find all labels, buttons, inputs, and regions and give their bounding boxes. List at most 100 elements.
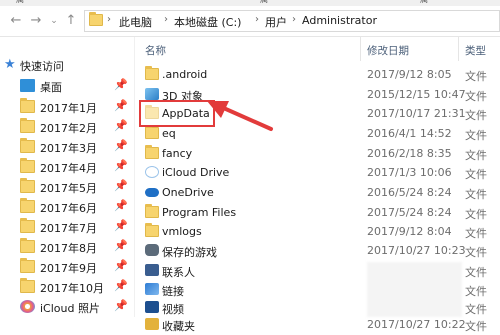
star-icon: ★ xyxy=(4,57,16,72)
folder-icon xyxy=(20,258,35,273)
column-date-header[interactable]: 修改日期 xyxy=(367,43,409,58)
folder-icon xyxy=(20,218,35,233)
file-name: iCloud Drive xyxy=(162,166,230,179)
sidebar-item-desktop[interactable]: 桌面 📌 xyxy=(0,76,132,96)
file-row[interactable]: eq 2016/4/1 14:52 文件 xyxy=(135,124,500,144)
sidebar-item-label: iCloud 照片 xyxy=(40,302,100,315)
file-row[interactable]: .android 2017/9/12 8:05 文件 xyxy=(135,65,500,85)
breadcrumb-administrator[interactable]: Administrator xyxy=(302,14,377,27)
chevron-down-icon[interactable]: ⌄ xyxy=(46,13,62,29)
file-date: 2017/10/27 10:23 xyxy=(367,244,466,257)
pin-icon[interactable]: 📌 xyxy=(114,219,128,232)
breadcrumb-separator[interactable]: › xyxy=(255,14,259,25)
ribbon-label[interactable]: 属 xyxy=(260,0,268,5)
sidebar-item-label: 快速访问 xyxy=(20,60,64,73)
file-type: 文件 xyxy=(465,320,487,333)
breadcrumb-local-disk[interactable]: 本地磁盘 (C:) xyxy=(174,14,241,30)
sidebar-item-label: 2017年8月 xyxy=(40,242,97,255)
file-row[interactable]: 保存的游戏 2017/10/27 10:23 文件 xyxy=(135,241,500,261)
up-arrow-icon[interactable]: ↑ xyxy=(63,13,79,29)
breadcrumb-separator[interactable]: › xyxy=(164,14,168,25)
file-row[interactable]: OneDrive 2016/5/24 8:24 文件 xyxy=(135,183,500,203)
icloud-photos-icon xyxy=(20,300,35,313)
file-type: 文件 xyxy=(465,109,487,122)
file-date: 2017/10/17 21:31 xyxy=(367,107,466,120)
folder-icon xyxy=(89,12,103,26)
breadcrumb-separator[interactable]: › xyxy=(107,14,111,25)
pin-icon[interactable]: 📌 xyxy=(114,199,128,212)
folder-icon xyxy=(20,158,35,173)
file-type: 文件 xyxy=(465,168,487,181)
sidebar-item-2017-05[interactable]: 2017年5月 📌 xyxy=(0,177,132,197)
breadcrumb-users[interactable]: 用户 xyxy=(265,14,287,30)
videos-icon xyxy=(145,301,159,313)
pin-icon[interactable]: 📌 xyxy=(114,179,128,192)
address-bar[interactable]: › 此电脑 › 本地磁盘 (C:) › 用户 › Administrator xyxy=(84,10,500,32)
breadcrumb-separator[interactable]: › xyxy=(292,14,296,25)
file-type: 文件 xyxy=(465,285,487,298)
file-name: vmlogs xyxy=(162,225,202,238)
file-type: 文件 xyxy=(465,90,487,103)
favorites-icon xyxy=(145,318,159,330)
links-icon xyxy=(145,283,159,295)
blurred-region xyxy=(367,262,462,317)
file-name: 收藏夹 xyxy=(162,320,195,333)
file-row[interactable]: iCloud Drive 2017/1/3 10:06 文件 xyxy=(135,163,500,183)
back-arrow-icon[interactable]: ← xyxy=(8,13,24,29)
folder-icon xyxy=(145,125,159,139)
sidebar-item-label: 2017年1月 xyxy=(40,102,97,115)
column-divider[interactable] xyxy=(458,37,459,61)
pin-icon[interactable]: 📌 xyxy=(114,139,128,152)
file-row[interactable]: 收藏夹 2017/10/27 10:22 文件 xyxy=(135,315,500,335)
breadcrumb-this-pc[interactable]: 此电脑 xyxy=(119,14,152,30)
pin-icon[interactable]: 📌 xyxy=(114,78,128,91)
ribbon-label[interactable]: 属 xyxy=(16,0,24,5)
file-type: 文件 xyxy=(465,266,487,279)
pin-icon[interactable]: 📌 xyxy=(114,159,128,172)
sidebar-item-2017-09[interactable]: 2017年9月 📌 xyxy=(0,257,132,277)
sidebar-item-label: 桌面 xyxy=(40,81,62,94)
file-name: 保存的游戏 xyxy=(162,246,217,259)
file-date: 2017/10/27 10:22 xyxy=(367,318,466,331)
column-name-header[interactable]: 名称 xyxy=(145,43,166,58)
ribbon-label[interactable]: 属 xyxy=(420,0,428,5)
sidebar-item-2017-01[interactable]: 2017年1月 📌 xyxy=(0,97,132,117)
file-type: 文件 xyxy=(465,227,487,240)
column-type-header[interactable]: 类型 xyxy=(465,43,486,58)
pin-icon[interactable]: 📌 xyxy=(114,279,128,292)
sidebar-item-2017-07[interactable]: 2017年7月 📌 xyxy=(0,217,132,237)
folder-icon xyxy=(145,223,159,237)
folder-icon xyxy=(20,118,35,133)
sidebar-item-icloud-photos[interactable]: iCloud 照片 📌 xyxy=(0,297,132,317)
file-date: 2017/5/24 8:24 xyxy=(367,206,452,219)
highlight-box xyxy=(139,100,215,127)
file-row[interactable]: fancy 2016/2/18 8:35 文件 xyxy=(135,144,500,164)
navigation-bar: ← → ⌄ ↑ › 此电脑 › 本地磁盘 (C:) › 用户 › Adminis… xyxy=(0,6,500,37)
sidebar-item-2017-08[interactable]: 2017年8月 📌 xyxy=(0,237,132,257)
pin-icon[interactable]: 📌 xyxy=(114,99,128,112)
sidebar-item-2017-04[interactable]: 2017年4月 📌 xyxy=(0,157,132,177)
sidebar-item-label: 2017年3月 xyxy=(40,142,97,155)
forward-arrow-icon[interactable]: → xyxy=(28,13,44,29)
file-date: 2017/9/12 8:04 xyxy=(367,225,452,238)
pin-icon[interactable]: 📌 xyxy=(114,299,128,312)
sidebar-item-label: 2017年10月 xyxy=(40,282,104,295)
column-divider[interactable] xyxy=(360,37,361,61)
file-row[interactable]: Program Files 2017/5/24 8:24 文件 xyxy=(135,203,500,223)
sidebar-item-2017-02[interactable]: 2017年2月 📌 xyxy=(0,117,132,137)
sidebar-item-label: 2017年4月 xyxy=(40,162,97,175)
column-header: 名称 修改日期 类型 xyxy=(135,37,500,61)
folder-icon xyxy=(145,66,159,80)
file-date: 2017/9/12 8:05 xyxy=(367,68,452,81)
folder-icon xyxy=(20,138,35,153)
file-name: eq xyxy=(162,127,176,140)
pin-icon[interactable]: 📌 xyxy=(114,119,128,132)
file-row[interactable]: vmlogs 2017/9/12 8:04 文件 xyxy=(135,222,500,242)
sidebar-item-2017-06[interactable]: 2017年6月 📌 xyxy=(0,197,132,217)
sidebar-quick-access[interactable]: ★ 快速访问 xyxy=(0,55,132,75)
pin-icon[interactable]: 📌 xyxy=(114,259,128,272)
sidebar-item-2017-10[interactable]: 2017年10月 📌 xyxy=(0,277,132,297)
pin-icon[interactable]: 📌 xyxy=(114,239,128,252)
sidebar-item-2017-03[interactable]: 2017年3月 📌 xyxy=(0,137,132,157)
file-type: 文件 xyxy=(465,246,487,259)
